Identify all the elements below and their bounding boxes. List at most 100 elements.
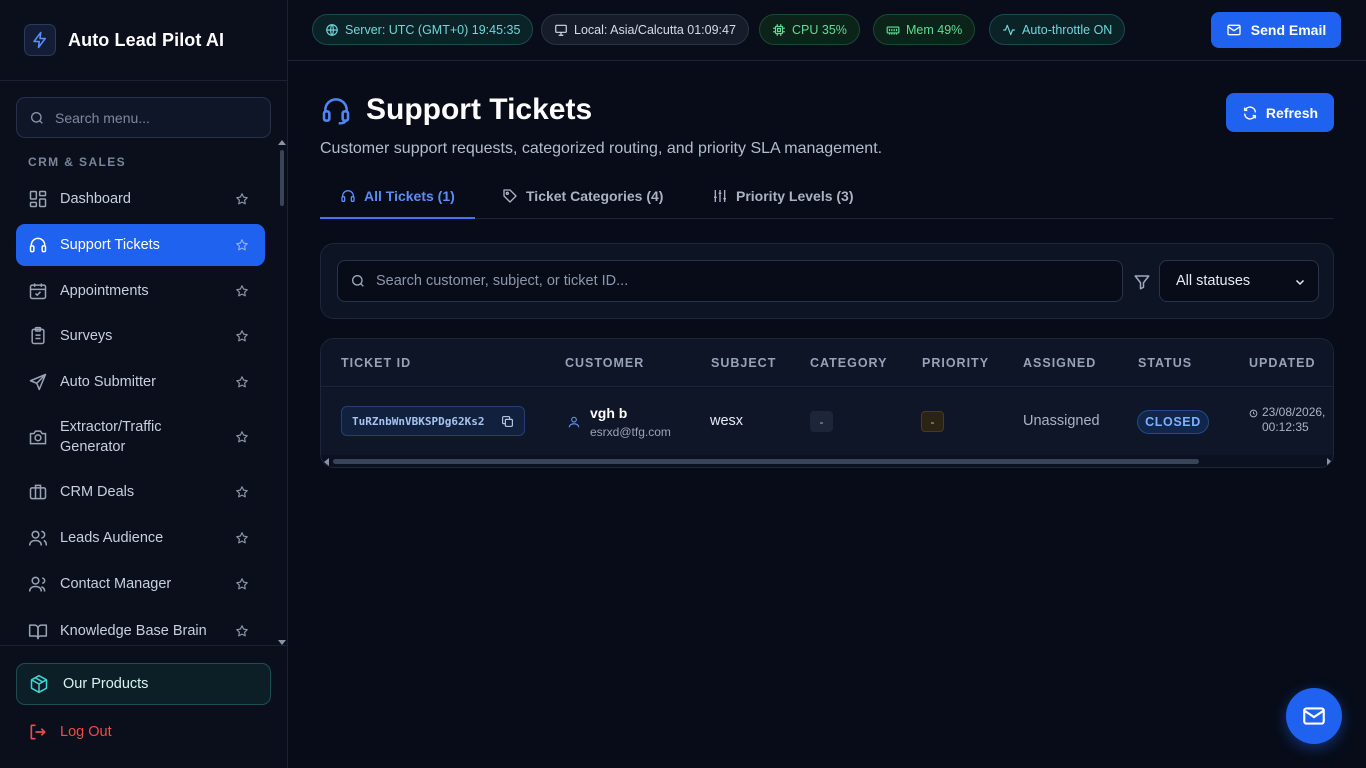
cpu-label: CPU 35% (792, 22, 847, 37)
ticket-search-input[interactable] (376, 273, 1116, 289)
globe-icon (325, 23, 339, 37)
star-icon[interactable] (235, 485, 249, 499)
send-icon (28, 372, 48, 392)
table-horizontal-scrollbar[interactable] (321, 456, 1333, 467)
sidebar-scrollbar[interactable] (278, 140, 286, 645)
copy-icon[interactable] (501, 415, 514, 428)
status-filter-value: All statuses (1176, 273, 1251, 289)
table-row[interactable]: TuRZnbWnVBKSPDg62Ks2 vgh b esrxd@tfg.com… (321, 388, 1333, 455)
sidebar-item-contact-manager[interactable]: Contact Manager (16, 565, 265, 603)
sidebar-item-extractor-traffic-generator[interactable]: Extractor/Traffic Generator (16, 409, 265, 465)
top-bar: Server: UTC (GMT+0) 19:45:35 Local: Asia… (288, 0, 1366, 61)
bolt-icon (24, 24, 56, 56)
star-icon[interactable] (235, 192, 249, 206)
star-icon[interactable] (235, 430, 249, 444)
sidebar-item-leads-audience[interactable]: Leads Audience (16, 519, 265, 557)
server-time-label: Server: UTC (GMT+0) 19:45:35 (345, 22, 521, 37)
auto-throttle-chip: Auto-throttle ON (989, 14, 1126, 45)
scroll-up-arrow-icon[interactable] (278, 140, 286, 145)
headset-icon (340, 188, 356, 204)
sidebar-item-auto-submitter[interactable]: Auto Submitter (16, 363, 265, 401)
menu-search[interactable] (16, 97, 271, 138)
local-time-chip: Local: Asia/Calcutta 01:09:47 (541, 14, 749, 45)
refresh-icon (1242, 105, 1258, 121)
page-header: Support Tickets (320, 93, 592, 127)
logout-button[interactable]: Log Out (28, 722, 112, 742)
ticket-search[interactable] (337, 260, 1123, 302)
sidebar-nav: Dashboard Support Tickets Appointments S… (16, 176, 265, 642)
sidebar-scroll-thumb[interactable] (280, 150, 284, 206)
star-icon[interactable] (235, 577, 249, 591)
tab-label: Ticket Categories (4) (526, 188, 664, 204)
ticket-subject: wesx (710, 413, 744, 429)
customer-name: vgh b (590, 405, 628, 421)
memory-label: Mem 49% (906, 22, 963, 37)
user-group-icon (28, 574, 48, 594)
column-header: STATUS (1138, 356, 1193, 370)
brand[interactable]: Auto Lead Pilot AI (0, 0, 287, 81)
menu-search-input[interactable] (55, 109, 255, 126)
sidebar-item-surveys[interactable]: Surveys (16, 317, 265, 355)
mail-icon (1226, 22, 1242, 38)
headset-icon (28, 235, 48, 255)
headset-icon (320, 94, 352, 126)
sidebar-item-crm-deals[interactable]: CRM Deals (16, 473, 265, 511)
clock-icon (1249, 409, 1258, 435)
status-filter-select[interactable]: All statuses (1159, 260, 1319, 302)
table-scroll-thumb[interactable] (333, 459, 1199, 464)
updated-date: 23/08/2026, (1262, 405, 1326, 419)
table-header: TICKET ID CUSTOMER SUBJECT CATEGORY PRIO… (321, 339, 1333, 387)
brand-name: Auto Lead Pilot AI (68, 29, 225, 50)
scroll-left-arrow-icon[interactable] (324, 458, 329, 466)
sidebar-item-knowledge-base-brain[interactable]: Knowledge Base Brain (16, 612, 265, 642)
page-subtitle: Customer support requests, categorized r… (320, 140, 883, 157)
our-products-button[interactable]: Our Products (16, 663, 271, 705)
monitor-icon (554, 23, 568, 37)
priority-badge: - (921, 411, 944, 432)
ticket-id: TuRZnbWnVBKSPDg62Ks2 (352, 414, 485, 428)
column-header: SUBJECT (711, 356, 777, 370)
activity-icon (1002, 23, 1016, 37)
cpu-icon (772, 23, 786, 37)
updated-cell: 23/08/2026, 00:12:35 (1249, 405, 1325, 435)
users-icon (28, 528, 48, 548)
sidebar-item-dashboard[interactable]: Dashboard (16, 180, 265, 218)
tab-priority-levels[interactable]: Priority Levels (3) (692, 174, 874, 218)
tab-label: All Tickets (1) (364, 187, 455, 204)
star-icon[interactable] (235, 238, 249, 252)
search-icon (29, 110, 45, 126)
refresh-button[interactable]: Refresh (1226, 93, 1334, 132)
star-icon[interactable] (235, 624, 249, 638)
user-icon (567, 415, 581, 440)
updated-time: 00:12:35 (1262, 420, 1309, 434)
status-badge: CLOSED (1137, 410, 1209, 434)
tab-all-tickets[interactable]: All Tickets (1) (320, 174, 475, 219)
page-title: Support Tickets (366, 93, 593, 126)
column-header: CUSTOMER (565, 356, 645, 370)
sidebar-item-support-tickets[interactable]: Support Tickets (16, 224, 265, 266)
category-badge: - (810, 411, 833, 432)
ticket-id-chip[interactable]: TuRZnbWnVBKSPDg62Ks2 (341, 406, 525, 436)
sidebar-footer: Our Products Log Out (0, 645, 287, 768)
scroll-right-arrow-icon[interactable] (1327, 458, 1332, 466)
tab-label: Priority Levels (3) (736, 188, 854, 204)
calendar-icon (28, 281, 48, 301)
tab-ticket-categories[interactable]: Ticket Categories (4) (482, 174, 683, 218)
star-icon[interactable] (235, 329, 249, 343)
column-header: UPDATED (1249, 356, 1316, 370)
floating-mail-button[interactable] (1286, 688, 1342, 744)
star-icon[interactable] (235, 284, 249, 298)
star-icon[interactable] (235, 531, 249, 545)
sidebar: Auto Lead Pilot AI CRM & SALES Dashboard… (0, 0, 288, 768)
sidebar-item-appointments[interactable]: Appointments (16, 272, 265, 310)
auto-throttle-label: Auto-throttle ON (1022, 22, 1113, 37)
chevron-down-icon (1294, 276, 1306, 288)
tickets-table: TICKET ID CUSTOMER SUBJECT CATEGORY PRIO… (320, 338, 1334, 468)
star-icon[interactable] (235, 375, 249, 389)
section-label-crm: CRM & SALES (28, 155, 127, 169)
refresh-label: Refresh (1265, 104, 1319, 121)
logout-icon (28, 722, 48, 742)
column-header: CATEGORY (810, 356, 888, 370)
send-email-button[interactable]: Send Email (1211, 12, 1341, 48)
ticket-tabs: All Tickets (1) Ticket Categories (4) Pr… (320, 174, 1334, 219)
